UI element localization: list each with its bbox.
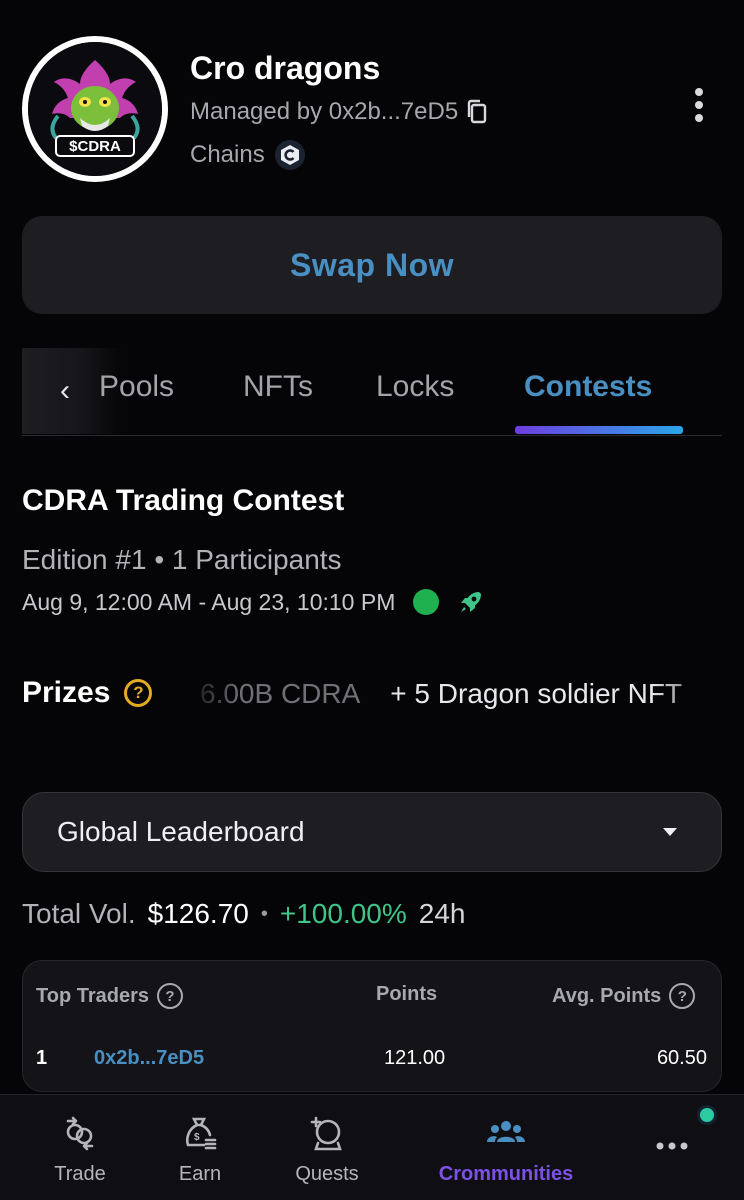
- nav-quests[interactable]: Quests: [267, 1115, 387, 1186]
- leaderboard-select[interactable]: Global Leaderboard: [22, 792, 722, 872]
- column-points-label: Points: [376, 983, 438, 1005]
- nav-trade-label: Trade: [54, 1163, 106, 1185]
- leaderboard-select-value: Global Leaderboard: [57, 816, 305, 847]
- avg-points-help-icon[interactable]: ?: [669, 983, 696, 1009]
- top-traders-help-icon[interactable]: ?: [157, 983, 183, 1009]
- total-volume-row: Total Vol. $126.70 • +100.00% 24h: [22, 898, 465, 930]
- rocket-icon: [457, 588, 485, 616]
- tab-locks[interactable]: Locks: [376, 370, 454, 404]
- community-title: Cro dragons: [190, 50, 381, 86]
- volume-change: +100.00%: [279, 898, 407, 929]
- total-vol-value: $126.70: [147, 898, 249, 929]
- nav-earn-label: Earn: [178, 1163, 222, 1185]
- nav-earn[interactable]: $ Earn: [140, 1115, 260, 1186]
- swap-now-button[interactable]: Swap Now: [22, 216, 722, 314]
- more-options-icon[interactable]: [676, 82, 722, 128]
- column-avg-points: Avg. Points ?: [552, 983, 696, 1009]
- nav-quests-label: Quests: [295, 1163, 359, 1185]
- tab-bar: ‹ Pools NFTs Locks Contests: [22, 348, 722, 436]
- copy-icon[interactable]: [466, 99, 488, 125]
- volume-period: 24h: [418, 898, 466, 929]
- trade-icon: [62, 1115, 98, 1157]
- live-status-dot: [413, 589, 440, 615]
- nav-crommunities-label: Crommunities: [438, 1163, 574, 1185]
- bottom-nav: Trade $ Earn Quests Crommunities: [0, 1094, 744, 1200]
- prizes-carousel[interactable]: 6.00B CDRA + 5 Dragon soldier NFT: [200, 652, 722, 736]
- contest-edition: Edition #1 • 1 Participants: [22, 544, 342, 575]
- crystal-ball-icon: [309, 1115, 345, 1157]
- money-bag-icon: $: [182, 1115, 218, 1157]
- community-group-icon: [485, 1115, 527, 1157]
- managed-by-text: Managed by 0x2b...7eD5: [190, 98, 459, 125]
- leaderboard-table: Top Traders ? Points Avg. Points ? 1 0x2…: [22, 960, 722, 1092]
- tab-pools[interactable]: Pools: [99, 370, 174, 404]
- managed-by: Managed by 0x2b...7eD5: [190, 98, 488, 126]
- separator-dot: •: [260, 902, 268, 925]
- row-points: 121.00: [384, 1047, 446, 1069]
- chains-row: Chains: [190, 140, 305, 170]
- prizes-heading: Prizes ?: [22, 676, 153, 710]
- active-tab-indicator: [515, 426, 683, 434]
- notification-dot: [700, 1108, 714, 1122]
- prizes-fade-right: [652, 652, 722, 736]
- prizes-label: Prizes: [22, 676, 111, 709]
- community-avatar: $CDRA: [22, 36, 168, 182]
- column-top-traders: Top Traders ?: [36, 983, 183, 1009]
- contest-title: CDRA Trading Contest: [22, 484, 345, 517]
- contest-dates: Aug 9, 12:00 AM - Aug 23, 10:10 PM: [22, 588, 396, 615]
- more-dots-icon: [654, 1135, 690, 1158]
- contest-dates-row: Aug 9, 12:00 AM - Aug 23, 10:10 PM: [22, 588, 485, 616]
- column-points: Points: [376, 983, 437, 1006]
- row-trader-link[interactable]: 0x2b...7eD5: [94, 1047, 204, 1070]
- tab-nfts[interactable]: NFTs: [243, 370, 313, 404]
- caret-down-icon: [663, 828, 677, 836]
- row-avg-points: 60.50: [656, 1047, 707, 1069]
- prizes-help-icon[interactable]: ?: [124, 679, 153, 707]
- svg-text:$: $: [194, 1132, 200, 1143]
- column-avg-points-label: Avg. Points: [552, 984, 662, 1007]
- column-top-traders-label: Top Traders: [36, 984, 149, 1007]
- tab-contests[interactable]: Contests: [524, 370, 652, 404]
- nav-crommunities[interactable]: Crommunities: [426, 1115, 586, 1186]
- chains-label: Chains: [190, 141, 265, 168]
- cronos-chain-icon: [274, 140, 305, 170]
- avatar-text: $CDRA: [69, 138, 121, 155]
- nav-trade[interactable]: Trade: [20, 1115, 140, 1186]
- prizes-fade-left: [200, 652, 240, 736]
- prize-nft: + 5 Dragon soldier NFT: [390, 678, 683, 709]
- total-vol-label: Total Vol.: [22, 898, 136, 929]
- nav-more[interactable]: [612, 1115, 732, 1158]
- row-rank: 1: [36, 1047, 48, 1069]
